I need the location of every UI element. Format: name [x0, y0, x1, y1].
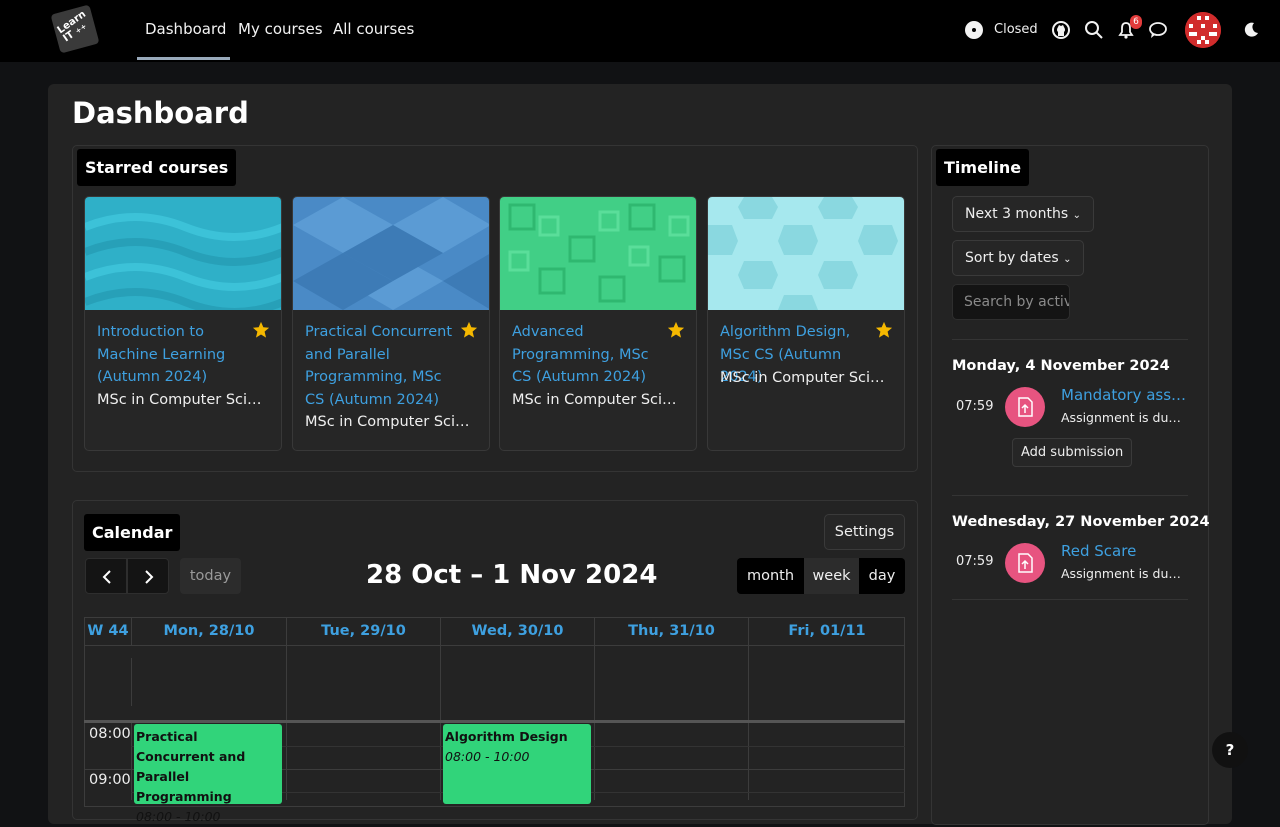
grid-line — [131, 722, 132, 800]
course-image[interactable] — [708, 197, 905, 310]
star-icon[interactable] — [875, 321, 893, 339]
grid-line — [131, 658, 132, 706]
timeline-search-input[interactable]: Search by activity type or name — [952, 284, 1070, 320]
timeline-date-heading: Monday, 4 November 2024 — [952, 358, 1170, 374]
day-header[interactable]: Mon, 28/10 — [132, 617, 286, 645]
day-header[interactable]: Wed, 30/10 — [441, 617, 594, 645]
user-avatar[interactable] — [1185, 12, 1221, 48]
day-header[interactable]: Fri, 01/11 — [749, 617, 905, 645]
course-name-link[interactable]: Advanced Programming, MSc CS (Autumn 202… — [512, 321, 672, 389]
course-card[interactable]: Advanced Programming, MSc CS (Autumn 202… — [499, 196, 697, 451]
course-category: MSc in Computer Science — [720, 370, 892, 386]
event-title: Algorithm Design — [445, 729, 568, 744]
add-submission-button[interactable]: Add submission — [1012, 438, 1133, 467]
day-header[interactable]: Tue, 29/10 — [287, 617, 440, 645]
nav-active-indicator — [137, 57, 230, 60]
course-image[interactable] — [500, 197, 697, 310]
timeline-date-heading: Wednesday, 27 November 2024 — [952, 514, 1210, 530]
event-time: 08:00 - 10:00 — [445, 749, 530, 764]
event-time: 08:00 - 10:00 — [136, 809, 221, 824]
view-week-button[interactable]: week — [804, 558, 859, 594]
timeline-sort-dropdown[interactable]: Sort by dates ⌄ — [952, 240, 1085, 276]
page-title: Dashboard — [72, 96, 249, 130]
search-icon[interactable] — [1082, 18, 1106, 42]
calendar-view-switcher: month week day — [737, 558, 905, 594]
top-navbar: Learn IT ++ Dashboard My courses All cour… — [0, 0, 1280, 62]
day-header[interactable]: Thu, 31/10 — [595, 617, 748, 645]
star-icon[interactable] — [460, 321, 478, 339]
course-card[interactable]: Introduction to Machine Learning (Autumn… — [84, 196, 282, 451]
event-title: Practical Concurrent and Parallel Progra… — [136, 729, 246, 804]
help-button[interactable]: ? — [1212, 732, 1248, 768]
divider — [952, 495, 1188, 496]
chat-icon[interactable] — [1146, 18, 1170, 42]
course-category: MSc in Computer Science — [97, 392, 269, 408]
status-label[interactable]: Closed — [994, 22, 1038, 37]
nav-link-all-courses[interactable]: All courses — [333, 20, 414, 38]
github-icon[interactable] — [1049, 18, 1073, 42]
timeline-item-time: 07:59 — [956, 554, 994, 569]
course-name-link[interactable]: Introduction to Machine Learning (Autumn… — [97, 321, 257, 389]
moon-icon[interactable] — [1239, 18, 1263, 42]
timeline-item-name-link[interactable]: Mandatory assignment — [1061, 386, 1187, 404]
calendar-event[interactable]: Algorithm Design 08:00 - 10:00 — [443, 724, 591, 804]
divider — [952, 599, 1188, 600]
calendar-range-title: 28 Oct – 1 Nov 2024 — [366, 560, 658, 590]
calendar-event[interactable]: Practical Concurrent and Parallel Progra… — [134, 724, 282, 824]
calendar-today-button[interactable]: today — [180, 558, 241, 594]
view-day-button[interactable]: day — [859, 558, 905, 594]
timeline-title: Timeline — [936, 149, 1030, 186]
chevron-left-icon — [102, 570, 111, 584]
course-card[interactable]: Algorithm Design, MSc CS (Autumn 2024) M… — [707, 196, 905, 451]
calendar-title: Calendar — [84, 514, 181, 551]
divider — [952, 339, 1188, 340]
status-icon[interactable] — [965, 21, 983, 39]
course-name-link[interactable]: Practical Concurrent and Parallel Progra… — [305, 321, 465, 411]
assignment-icon — [1005, 543, 1045, 583]
star-icon[interactable] — [252, 321, 270, 339]
calendar-settings-button[interactable]: Settings — [824, 514, 905, 550]
notification-count-badge: 6 — [1130, 15, 1142, 29]
view-month-button[interactable]: month — [737, 558, 804, 594]
timeline-item-description: Assignment is due · Practical Concurrent — [1061, 410, 1187, 425]
week-number-label: W 44 — [87, 623, 129, 639]
grid-line — [84, 645, 905, 646]
all-day-divider — [84, 720, 905, 723]
nav-link-my-courses[interactable]: My courses — [238, 20, 323, 38]
grid-line — [131, 617, 132, 645]
course-category: MSc in Computer Science — [305, 414, 477, 430]
starred-courses-title: Starred courses — [77, 149, 237, 186]
timeline-range-label: Next 3 months — [965, 206, 1069, 222]
course-image[interactable] — [85, 197, 282, 310]
hour-label: 08:00 — [89, 726, 131, 742]
timeline-range-dropdown[interactable]: Next 3 months ⌄ — [952, 196, 1094, 232]
timeline-item-time: 07:59 — [956, 399, 994, 414]
chevron-down-icon: ⌄ — [1072, 210, 1081, 221]
timeline-item-description: Assignment is due · Algorithm Design — [1061, 566, 1187, 581]
nav-link-dashboard[interactable]: Dashboard — [145, 20, 226, 38]
course-card[interactable]: Practical Concurrent and Parallel Progra… — [292, 196, 490, 451]
site-logo[interactable]: Learn IT ++ — [50, 4, 100, 54]
course-category: MSc in Computer Science — [512, 392, 684, 408]
calendar-prev-button[interactable] — [85, 558, 127, 594]
star-icon[interactable] — [667, 321, 685, 339]
chevron-right-icon — [145, 570, 154, 584]
timeline-item-name-link[interactable]: Red Scare — [1061, 542, 1187, 560]
timeline-sort-label: Sort by dates — [965, 250, 1059, 266]
hour-label: 09:00 — [89, 772, 131, 788]
chevron-down-icon: ⌄ — [1063, 254, 1072, 265]
calendar-next-button[interactable] — [127, 558, 169, 594]
course-image[interactable] — [293, 197, 490, 310]
assignment-icon — [1005, 387, 1045, 427]
